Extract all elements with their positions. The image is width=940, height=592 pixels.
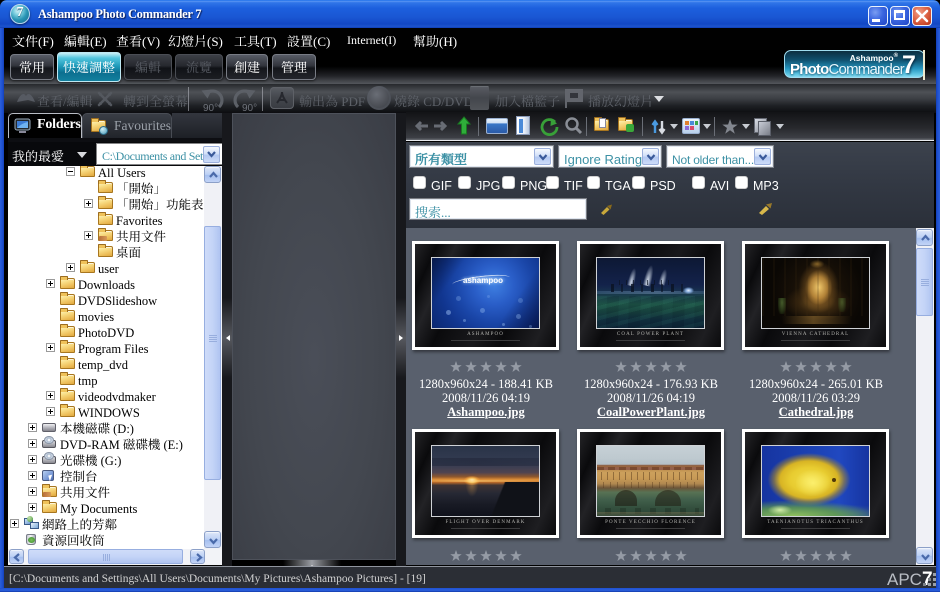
svg-text:90°: 90° — [203, 103, 218, 113]
svg-text:90°: 90° — [242, 103, 257, 113]
